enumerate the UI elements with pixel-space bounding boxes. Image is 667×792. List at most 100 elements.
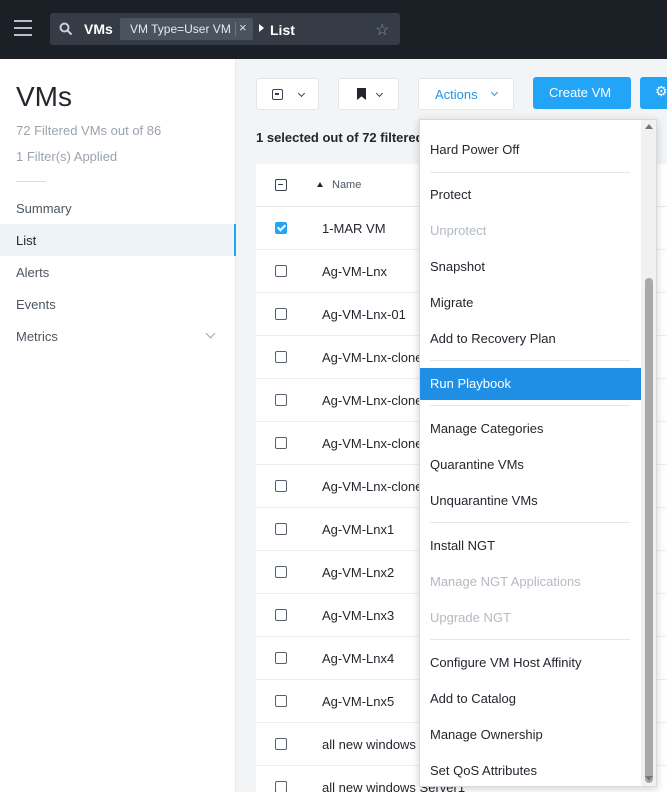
vm-name[interactable]: Ag-VM-Lnx-clone: [322, 350, 422, 365]
row-checkbox[interactable]: [275, 523, 287, 535]
select-dropdown-button[interactable]: [256, 78, 319, 110]
close-icon[interactable]: ×: [239, 20, 247, 35]
vm-name[interactable]: all new windows: [322, 737, 416, 752]
sidebar: VMs 72 Filtered VMs out of 86 1 Filter(s…: [0, 59, 236, 792]
row-checkbox[interactable]: [275, 738, 287, 750]
menu-item-label: Run Playbook: [430, 376, 511, 391]
sort-ascending-icon: [317, 182, 323, 187]
sidebar-item-summary[interactable]: Summary: [0, 192, 236, 224]
bookmark-dropdown-button[interactable]: [338, 78, 399, 110]
row-checkbox[interactable]: [275, 609, 287, 621]
select-all-checkbox[interactable]: [275, 179, 287, 191]
menu-item-label: Protect: [430, 187, 472, 202]
scrollbar-thumb[interactable]: [645, 278, 653, 783]
sidebar-item-label: Summary: [16, 201, 72, 216]
menu-item-set-qos-attributes[interactable]: Set QoS Attributes: [420, 755, 641, 786]
sidebar-item-alerts[interactable]: Alerts: [0, 256, 236, 288]
menu-scrollbar[interactable]: [641, 120, 656, 786]
chip-divider: [235, 22, 236, 36]
vm-name[interactable]: Ag-VM-Lnx-clone: [322, 479, 422, 494]
menu-item-label: Configure VM Host Affinity: [430, 655, 582, 670]
menu-item-manage-categories[interactable]: Manage Categories: [420, 413, 641, 445]
star-icon[interactable]: ☆: [375, 20, 389, 40]
menu-item-snapshot[interactable]: Snapshot: [420, 251, 641, 283]
search-icon: [59, 22, 73, 36]
menu-item-install-ngt[interactable]: Install NGT: [420, 530, 641, 562]
bookmark-icon: [357, 88, 366, 100]
menu-divider: [430, 639, 630, 640]
menu-item-label: Manage Ownership: [430, 727, 543, 742]
menu-item-hard-power-off[interactable]: Hard Power Off: [420, 134, 641, 166]
sidebar-item-events[interactable]: Events: [0, 288, 236, 320]
vm-name[interactable]: Ag-VM-Lnx1: [322, 522, 394, 537]
filter-chip[interactable]: VM Type=User VM ×: [120, 18, 253, 40]
row-checkbox[interactable]: [275, 437, 287, 449]
vm-name[interactable]: Ag-VM-Lnx: [322, 264, 387, 279]
create-vm-label: Create VM: [549, 85, 612, 100]
row-checkbox[interactable]: [275, 351, 287, 363]
select-all-icon: [272, 89, 283, 100]
menu-item-add-to-catalog[interactable]: Add to Catalog: [420, 683, 641, 715]
row-checkbox[interactable]: [275, 695, 287, 707]
sidebar-item-list[interactable]: List: [0, 224, 236, 256]
sidebar-item-label: Metrics: [16, 329, 58, 344]
menu-item-quarantine-vms[interactable]: Quarantine VMs: [420, 449, 641, 481]
menu-item-label: Unquarantine VMs: [430, 493, 538, 508]
selection-summary: 1 selected out of 72 filtered: [256, 130, 424, 145]
breadcrumb-current: List: [270, 22, 295, 38]
row-checkbox[interactable]: [275, 265, 287, 277]
scroll-down-arrow-icon[interactable]: [645, 776, 653, 781]
vm-name[interactable]: Ag-VM-Lnx-01: [322, 307, 406, 322]
vm-name[interactable]: 1-MAR VM: [322, 221, 386, 236]
menu-item-label: Upgrade NGT: [430, 610, 511, 625]
search-bar[interactable]: VMs VM Type=User VM × List ☆: [50, 13, 400, 45]
menu-item-label: Manage NGT Applications: [430, 574, 581, 589]
vm-name[interactable]: Ag-VM-Lnx4: [322, 651, 394, 666]
menu-item-run-playbook[interactable]: Run Playbook: [420, 368, 641, 400]
menu-item-manage-ngt-applications: Manage NGT Applications: [420, 566, 641, 598]
menu-item-migrate[interactable]: Migrate: [420, 287, 641, 319]
chevron-down-icon: [205, 328, 216, 339]
menu-divider: [430, 405, 630, 406]
menu-item-add-to-recovery-plan[interactable]: Add to Recovery Plan: [420, 323, 641, 355]
gear-icon: ⚙: [655, 83, 667, 99]
top-navigation-bar: VMs VM Type=User VM × List ☆: [0, 0, 667, 59]
row-checkbox[interactable]: [275, 222, 287, 234]
create-vm-button[interactable]: Create VM: [533, 77, 631, 109]
menu-divider: [430, 172, 630, 173]
row-checkbox[interactable]: [275, 480, 287, 492]
column-header-name[interactable]: Name: [332, 179, 361, 191]
vm-name[interactable]: Ag-VM-Lnx5: [322, 694, 394, 709]
vm-name[interactable]: Ag-VM-Lnx3: [322, 608, 394, 623]
actions-dropdown-button[interactable]: Actions: [418, 78, 514, 110]
menu-item-manage-ownership[interactable]: Manage Ownership: [420, 719, 641, 751]
filtered-count: 72 Filtered VMs out of 86: [16, 123, 162, 138]
scroll-up-arrow-icon[interactable]: [645, 124, 653, 129]
chevron-down-icon: [490, 88, 499, 97]
vm-name[interactable]: Ag-VM-Lnx-clone: [322, 436, 422, 451]
menu-item-unquarantine-vms[interactable]: Unquarantine VMs: [420, 485, 641, 517]
sidebar-item-label: Events: [16, 297, 56, 312]
settings-button[interactable]: ⚙: [640, 77, 667, 109]
chevron-down-icon: [297, 89, 306, 98]
breadcrumb-caret-icon: [259, 24, 264, 32]
filter-chip-label: VM Type=User VM: [130, 22, 231, 36]
menu-item-label: Add to Catalog: [430, 691, 517, 706]
sidebar-item-label: List: [16, 233, 37, 248]
row-checkbox[interactable]: [275, 781, 287, 792]
row-checkbox[interactable]: [275, 394, 287, 406]
actions-menu: Hard Power Off Protect Unprotect Snapsho…: [419, 119, 657, 787]
sidebar-divider: [16, 181, 46, 182]
menu-item-configure-vm-host-affinity[interactable]: Configure VM Host Affinity: [420, 647, 641, 679]
sidebar-item-metrics[interactable]: Metrics: [0, 320, 236, 352]
menu-item-protect[interactable]: Protect: [420, 179, 641, 211]
row-checkbox[interactable]: [275, 308, 287, 320]
row-checkbox[interactable]: [275, 566, 287, 578]
row-checkbox[interactable]: [275, 652, 287, 664]
chevron-down-icon: [375, 89, 384, 98]
breadcrumb-root[interactable]: VMs: [84, 21, 113, 37]
vm-name[interactable]: Ag-VM-Lnx2: [322, 565, 394, 580]
filters-applied[interactable]: 1 Filter(s) Applied: [16, 149, 117, 164]
vm-name[interactable]: Ag-VM-Lnx-clone: [322, 393, 422, 408]
hamburger-menu-icon[interactable]: [14, 20, 32, 36]
